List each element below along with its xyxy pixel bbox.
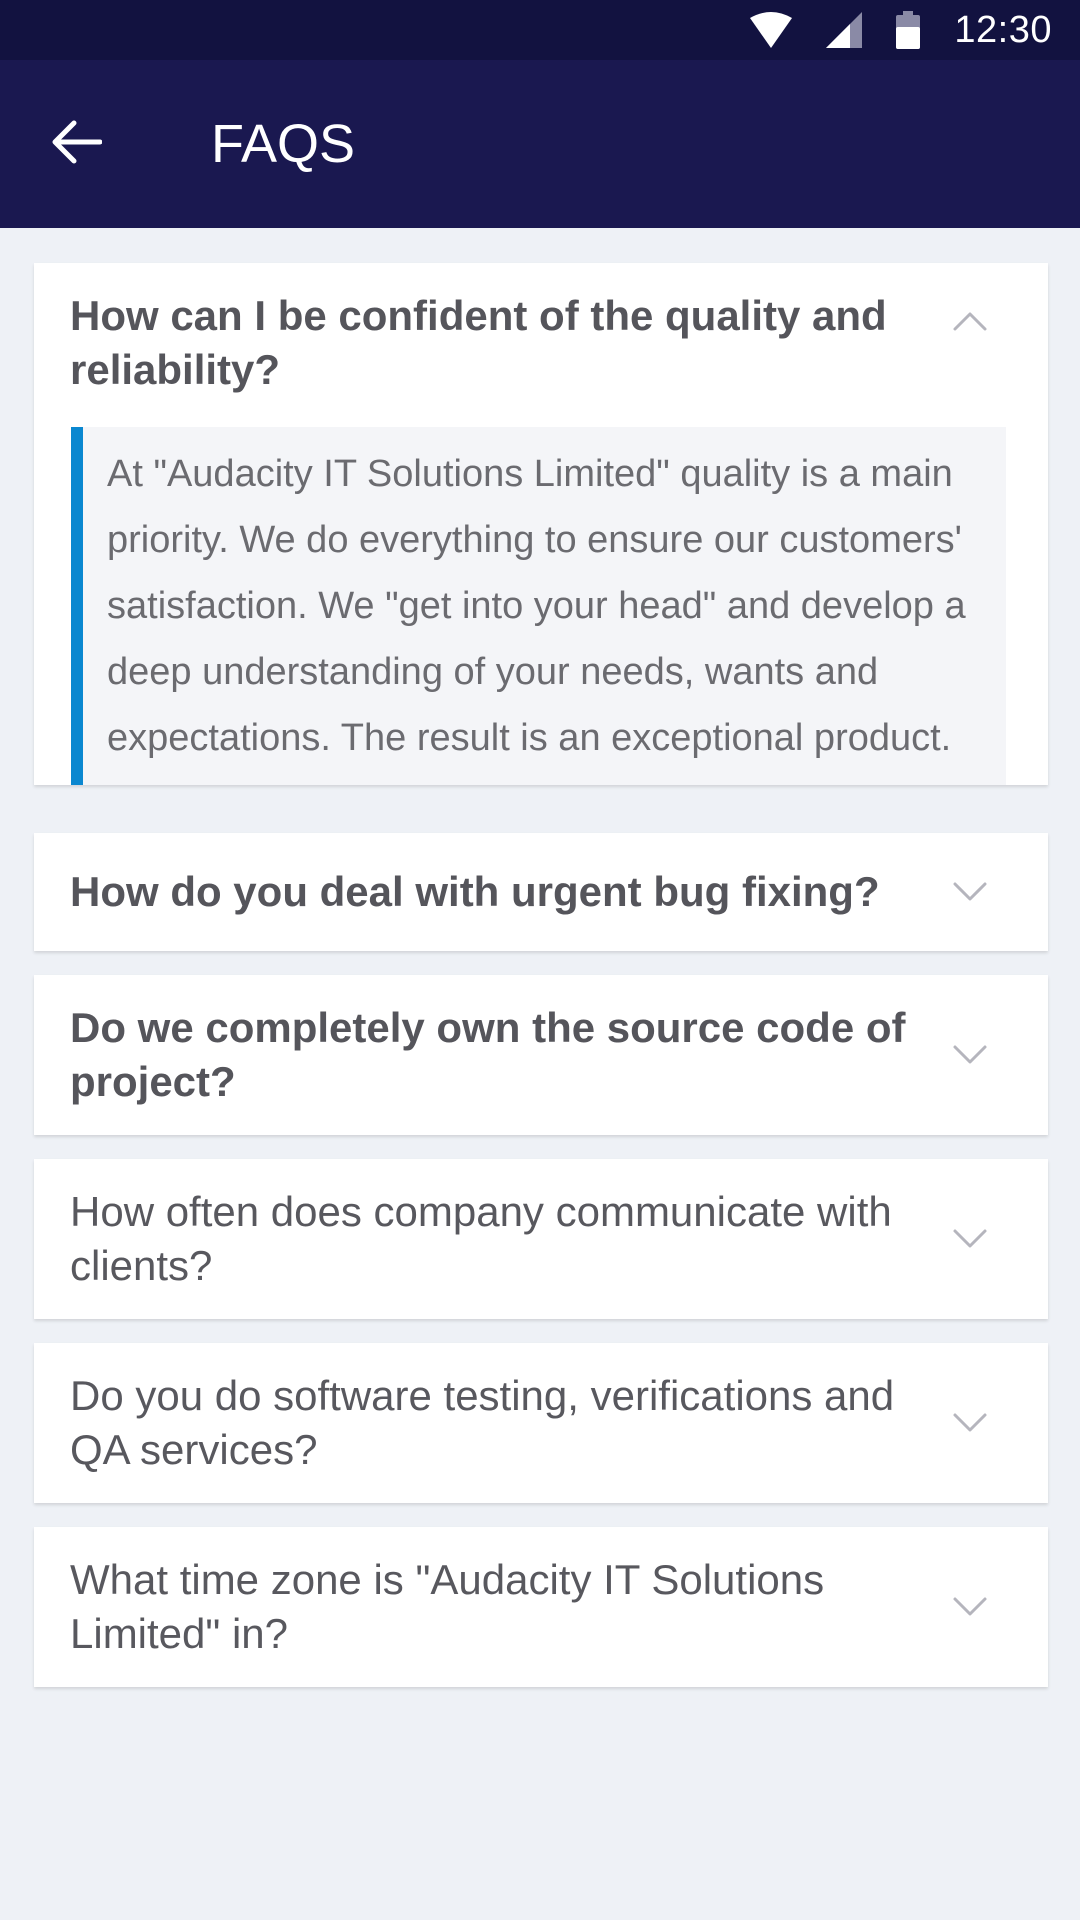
faq-question: Do we completely own the source code of …: [70, 1004, 906, 1105]
faq-item-bug-fixing[interactable]: How do you deal with urgent bug fixing?: [34, 833, 1048, 951]
app-bar: FAQS: [0, 60, 1080, 228]
faq-question-header[interactable]: Do you do software testing, verification…: [34, 1343, 1048, 1503]
back-button[interactable]: [36, 104, 116, 184]
chevron-down-icon: [953, 1229, 987, 1248]
cellular-signal-icon: [826, 12, 863, 48]
faq-question-header[interactable]: How often does company communicate with …: [34, 1159, 1048, 1319]
faq-list: How can I be confident of the quality an…: [34, 263, 1048, 1711]
faq-question-header[interactable]: What time zone is "Audacity IT Solutions…: [34, 1527, 1048, 1687]
chevron-down-icon: [953, 882, 987, 901]
faq-item-testing[interactable]: Do you do software testing, verification…: [34, 1343, 1048, 1503]
arrow-left-icon: [50, 120, 103, 169]
faq-item-time-zone[interactable]: What time zone is "Audacity IT Solutions…: [34, 1527, 1048, 1687]
status-bar: 12:30: [0, 0, 1080, 60]
faq-answer: At "Audacity IT Solutions Limited" quali…: [71, 427, 1006, 785]
faq-question: How often does company communicate with …: [70, 1188, 892, 1289]
chevron-down-icon: [953, 1045, 987, 1064]
chevron-down-icon: [953, 1597, 987, 1616]
faq-question-header[interactable]: How can I be confident of the quality an…: [34, 263, 1048, 427]
faq-question: How do you deal with urgent bug fixing?: [70, 868, 880, 915]
faq-item-quality: How can I be confident of the quality an…: [34, 263, 1048, 785]
battery-icon: [896, 11, 921, 49]
faq-item-source-code[interactable]: Do we completely own the source code of …: [34, 975, 1048, 1135]
faq-item-communication[interactable]: How often does company communicate with …: [34, 1159, 1048, 1319]
status-time: 12:30: [954, 8, 1052, 51]
faq-question: How can I be confident of the quality an…: [70, 292, 887, 393]
faq-answer-text: At "Audacity IT Solutions Limited" quali…: [107, 453, 966, 759]
page-title: FAQS: [211, 114, 356, 174]
chevron-up-icon: [953, 312, 987, 331]
faq-question: Do you do software testing, verification…: [70, 1372, 895, 1473]
faq-question-header[interactable]: How do you deal with urgent bug fixing?: [34, 833, 1048, 951]
chevron-down-icon: [953, 1413, 987, 1432]
faq-question: What time zone is "Audacity IT Solutions…: [70, 1556, 825, 1657]
wifi-icon: [750, 12, 793, 48]
faq-question-header[interactable]: Do we completely own the source code of …: [34, 975, 1048, 1135]
